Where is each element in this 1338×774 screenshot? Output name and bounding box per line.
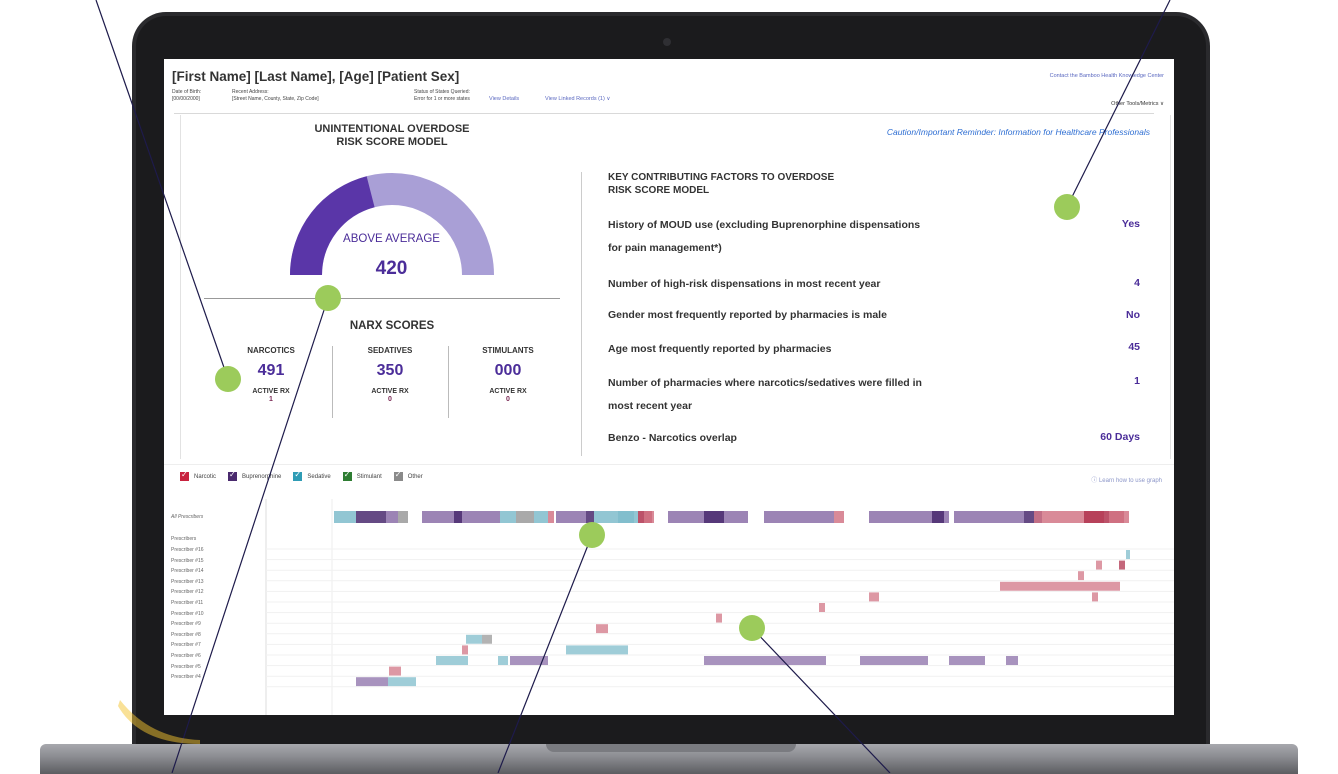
callout-dot-all-prescribers	[579, 522, 605, 548]
decor-arc	[118, 700, 200, 744]
callout-overlay	[95, 0, 1171, 773]
callout-line	[171, 297, 329, 773]
callout-line	[497, 534, 593, 773]
callout-dot-narx	[215, 366, 241, 392]
callout-dot-prescriber-rows	[739, 615, 765, 641]
callout-line	[95, 0, 229, 380]
callout-dot-factors	[1054, 194, 1080, 220]
callout-line	[1066, 0, 1171, 208]
callout-line	[751, 627, 891, 773]
callout-dot-gauge	[315, 285, 341, 311]
